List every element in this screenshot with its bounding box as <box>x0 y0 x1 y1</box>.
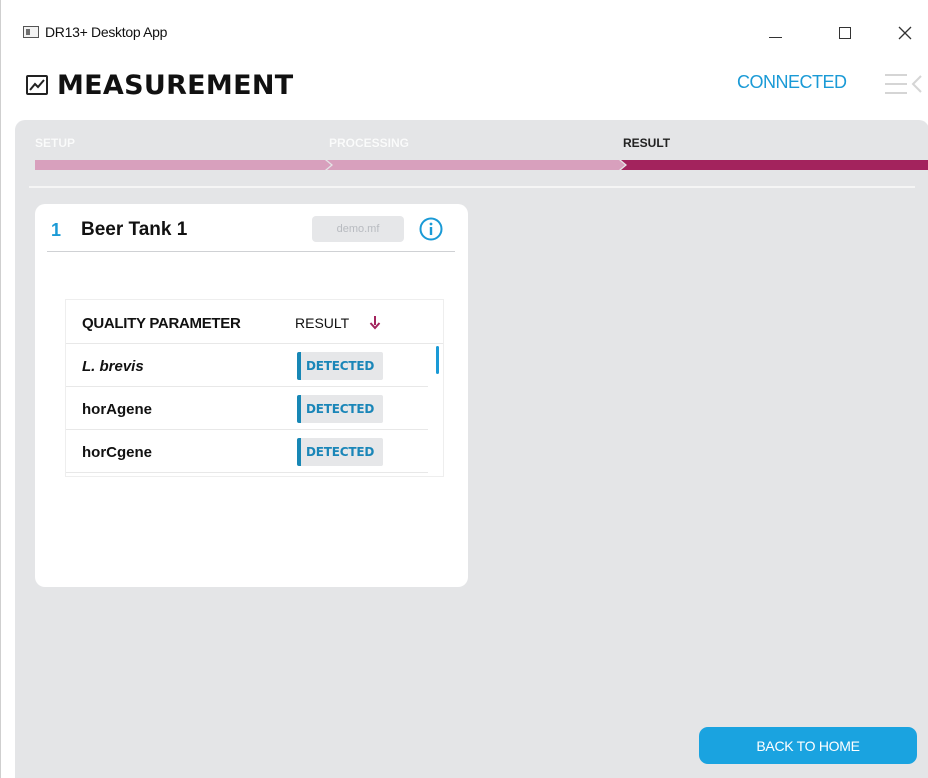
card-index: 1 <box>51 220 62 240</box>
title-bar: DR13+ Desktop App <box>1 0 928 62</box>
window-title: DR13+ Desktop App <box>45 24 168 40</box>
chart-icon <box>26 75 48 95</box>
column-header-parameter: QUALITY PARAMETER <box>82 315 241 332</box>
step-progress-bar <box>35 160 928 170</box>
sort-arrow-down-icon[interactable] <box>369 313 381 331</box>
maximize-button[interactable] <box>823 18 867 48</box>
step-setup-label: SETUP <box>35 136 76 150</box>
result-status-badge: DETECTED <box>297 352 383 380</box>
step-setup-bar <box>35 160 331 170</box>
app-window: DR13+ Desktop App MEASUREMENT CONNECTED … <box>0 0 928 778</box>
app-icon <box>23 26 39 38</box>
result-card: 1 Beer Tank 1 demo.mf QUALITY PARAMETER … <box>35 204 468 587</box>
table-row: L. brevis DETECTED <box>66 344 428 387</box>
connection-status: CONNECTED <box>737 72 847 92</box>
table-scrollbar[interactable] <box>436 346 439 374</box>
table-row: horAgene DETECTED <box>66 387 428 430</box>
step-result-label: RESULT <box>623 136 671 150</box>
progress-stepper: SETUP PROCESSING RESULT <box>35 134 928 174</box>
step-processing-label: PROCESSING <box>329 136 410 150</box>
file-badge: demo.mf <box>312 216 404 242</box>
minimize-icon <box>768 36 782 38</box>
step-result-bar <box>621 160 928 170</box>
main-panel: SETUP PROCESSING RESULT 1 Beer Tank 1 de… <box>15 120 928 778</box>
page-title: MEASUREMENT <box>57 70 294 101</box>
result-status-badge: DETECTED <box>297 438 383 466</box>
close-icon <box>898 26 912 40</box>
parameter-name: horCgene <box>82 444 153 461</box>
column-header-result[interactable]: RESULT <box>295 315 349 331</box>
card-title: Beer Tank 1 <box>81 219 188 240</box>
table-row: horCgene DETECTED <box>66 430 428 473</box>
maximize-icon <box>839 27 851 39</box>
card-divider <box>47 251 455 252</box>
result-status-badge: DETECTED <box>297 395 383 423</box>
minimize-button[interactable] <box>753 18 797 48</box>
info-icon[interactable] <box>419 217 443 241</box>
menu-icon[interactable] <box>885 72 928 96</box>
parameter-name: horAgene <box>82 401 153 418</box>
page-header: MEASUREMENT CONNECTED <box>1 62 928 118</box>
back-to-home-button[interactable]: BACK TO HOME <box>699 727 917 764</box>
table-header: QUALITY PARAMETER RESULT <box>66 300 443 344</box>
parameter-name: L. brevis <box>82 358 144 375</box>
step-processing-bar <box>327 160 625 170</box>
results-table: QUALITY PARAMETER RESULT L. brevis DETEC… <box>65 299 444 477</box>
close-button[interactable] <box>883 18 927 48</box>
stepper-divider <box>29 186 915 188</box>
